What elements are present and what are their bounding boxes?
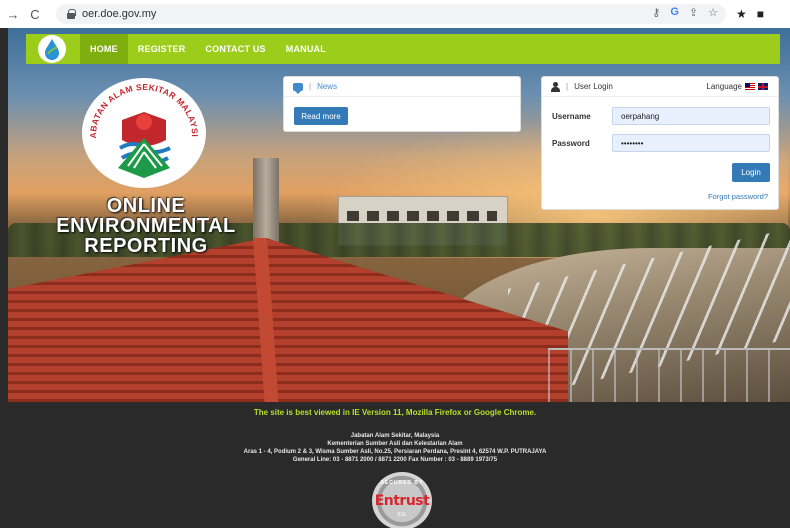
- password-row: Password: [552, 134, 770, 152]
- entrust-ssl-badge[interactable]: SECURED BY Entrust SSL: [370, 472, 434, 528]
- login-button[interactable]: Login: [732, 163, 770, 182]
- title-line-2: ENVIRONMENTAL: [56, 215, 236, 237]
- window-icon[interactable]: ■: [757, 7, 764, 21]
- footer-address-block: Jabatan Alam Sekitar, Malaysia Kementeri…: [0, 432, 790, 464]
- tiled-roof: [8, 238, 568, 402]
- address-bar[interactable]: oer.doe.gov.my ⚷ G ⇪ ☆: [56, 4, 726, 24]
- footer-address: Aras 1 - 4, Podium 2 & 3, Wisma Sumber A…: [243, 449, 547, 455]
- uk-flag-icon[interactable]: [758, 83, 768, 90]
- lock-icon: [66, 9, 76, 19]
- key-icon[interactable]: ⚷: [652, 6, 660, 19]
- news-header: | News: [284, 77, 520, 97]
- star-icon[interactable]: ☆: [708, 6, 718, 19]
- footer: The site is best viewed in IE Version 11…: [0, 402, 790, 528]
- footer-org-1: Jabatan Alam Sekitar, Malaysia: [350, 433, 440, 439]
- password-input[interactable]: [612, 134, 770, 152]
- nav-home[interactable]: HOME: [80, 34, 128, 64]
- login-header: | User Login Language: [542, 77, 778, 97]
- username-label: Username: [552, 111, 591, 121]
- forgot-password-link[interactable]: Forgot password?: [708, 192, 768, 201]
- extensions-icon[interactable]: ★: [736, 7, 747, 21]
- nav-register[interactable]: REGISTER: [128, 34, 196, 64]
- nav-contact-us[interactable]: CONTACT US: [195, 34, 275, 64]
- login-panel: | User Login Language Username Password …: [541, 76, 779, 210]
- language-label: Language: [706, 82, 742, 91]
- site-title: ONLINE ENVIRONMENTAL REPORTING: [36, 196, 256, 256]
- browser-toolbar: → C oer.doe.gov.my ⚷ G ⇪ ☆ ★ ■: [0, 0, 790, 28]
- password-label: Password: [552, 138, 590, 148]
- railing: [548, 348, 790, 402]
- share-icon[interactable]: ⇪: [689, 6, 698, 19]
- news-heading: News: [317, 82, 338, 91]
- login-heading: User Login: [574, 82, 613, 91]
- google-icon[interactable]: G: [670, 6, 679, 19]
- language-selector: Language: [706, 82, 768, 91]
- reload-icon[interactable]: C: [26, 5, 44, 23]
- news-panel: | News Read more: [283, 76, 521, 132]
- username-row: Username: [552, 107, 770, 125]
- title-line-3: REPORTING: [84, 235, 208, 257]
- read-more-button[interactable]: Read more: [294, 107, 348, 125]
- badge-top-text: SECURED BY: [380, 480, 424, 486]
- comment-icon: [293, 82, 303, 94]
- nav-manual[interactable]: MANUAL: [276, 34, 336, 64]
- badge-ssl-text: SSL: [397, 512, 407, 518]
- browser-note: The site is best viewed in IE Version 11…: [253, 408, 537, 417]
- user-icon: [551, 81, 560, 92]
- url-text: oer.doe.gov.my: [82, 8, 157, 20]
- title-line-1: ONLINE: [106, 195, 186, 217]
- username-input[interactable]: [612, 107, 770, 125]
- footer-phone: General Line: 03 - 8871 2000 / 8871 2200…: [292, 457, 498, 463]
- badge-brand-text: Entrust: [374, 493, 430, 509]
- back-arrow-icon[interactable]: →: [4, 5, 22, 23]
- department-seal: JABATAN ALAM SEKITAR MALAYSIA: [78, 78, 210, 188]
- malaysia-flag-icon[interactable]: [745, 83, 755, 90]
- site-logo-icon[interactable]: [38, 35, 66, 63]
- main-nav: HOME REGISTER CONTACT US MANUAL: [26, 34, 780, 64]
- footer-org-2: Kementerian Sumber Asli dan Kelestarian …: [327, 441, 463, 447]
